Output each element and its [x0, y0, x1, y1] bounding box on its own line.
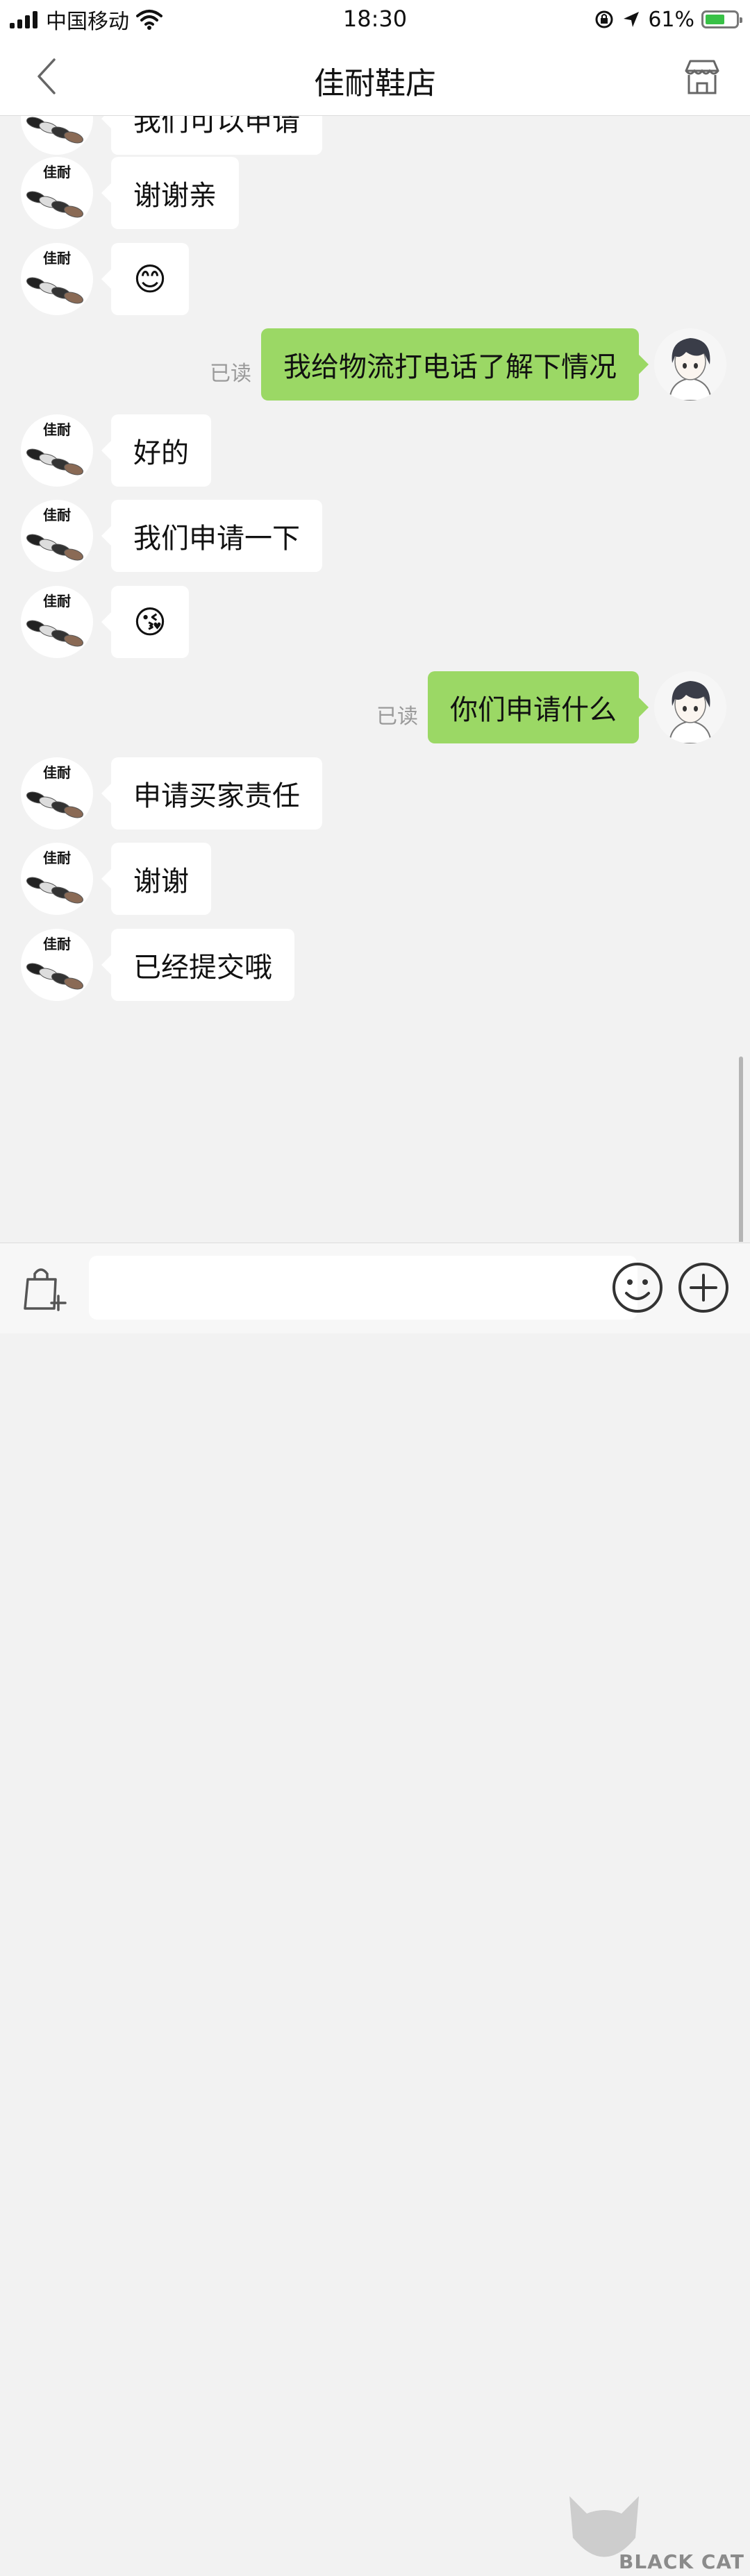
- sandals-icon: [26, 448, 83, 475]
- sandals-icon: [26, 620, 83, 647]
- sandals-icon: [26, 534, 83, 561]
- emoji-message[interactable]: 😘: [101, 586, 189, 658]
- shop-avatar[interactable]: 佳耐: [21, 243, 93, 315]
- message-text: 谢谢: [133, 866, 189, 898]
- cat-head-icon: [569, 2496, 639, 2557]
- message-text: 我给物流打电话了解下情况: [283, 351, 617, 383]
- message-row: 佳耐 😘: [0, 586, 750, 658]
- sandals-icon: [26, 117, 83, 144]
- user-avatar-portrait: [668, 681, 712, 743]
- emoji-icon: 😊: [133, 260, 167, 298]
- message-row: 佳耐 谢谢: [0, 843, 750, 915]
- outgoing-message[interactable]: 你们申请什么: [428, 671, 649, 743]
- shop-avatar[interactable]: 佳耐: [21, 116, 93, 155]
- incoming-message[interactable]: 谢谢亲: [101, 157, 239, 229]
- emoji-icon: 😘: [133, 603, 167, 641]
- message-text: 你们申请什么: [450, 694, 617, 726]
- message-row: 我给物流打电话了解下情况 已读: [0, 328, 750, 401]
- message-row: 佳耐 申请买家责任: [0, 757, 750, 830]
- message-row: 佳耐 我们申请一下: [0, 500, 750, 572]
- message-text: 已经提交哦: [133, 952, 272, 984]
- location-arrow-icon: [624, 12, 640, 27]
- incoming-message[interactable]: 谢谢: [101, 843, 211, 915]
- message-text: 我们可以申请: [133, 116, 300, 137]
- message-row: 佳耐 好的: [0, 414, 750, 487]
- message-row: 佳耐 已经提交哦: [0, 929, 750, 1001]
- incoming-message[interactable]: 已经提交哦: [101, 929, 294, 1001]
- shop-avatar[interactable]: 佳耐: [21, 500, 93, 572]
- incoming-message[interactable]: 申请买家责任: [101, 757, 322, 830]
- battery-icon: [701, 10, 742, 28]
- message-text: 谢谢亲: [133, 180, 217, 212]
- watermark: BLACK CAT: [562, 2489, 750, 2576]
- shop-avatar[interactable]: 佳耐: [21, 757, 93, 830]
- incoming-message[interactable]: 我们申请一下: [101, 500, 322, 572]
- message-row: 佳耐 谢谢亲: [0, 157, 750, 229]
- message-text: 申请买家责任: [133, 780, 300, 812]
- message-text: 我们申请一下: [133, 523, 300, 555]
- page-title: 佳耐鞋店: [314, 66, 436, 101]
- chat-header: 佳耐鞋店: [0, 39, 750, 116]
- incoming-message[interactable]: 好的: [101, 414, 211, 487]
- message-text: 好的: [133, 437, 189, 469]
- shopping-bag-add-icon[interactable]: [21, 1264, 69, 1313]
- read-receipt: 已读: [376, 705, 418, 729]
- plus-circle-icon[interactable]: [677, 1261, 730, 1314]
- shop-avatar[interactable]: 佳耐: [21, 586, 93, 658]
- incoming-message[interactable]: 我们可以申请: [101, 116, 322, 155]
- message-row: 你们申请什么 已读: [0, 671, 750, 743]
- message-input[interactable]: [89, 1256, 638, 1320]
- shop-avatar[interactable]: 佳耐: [21, 843, 93, 915]
- user-avatar[interactable]: [654, 328, 726, 401]
- status-right: 61%: [594, 7, 742, 32]
- sandals-icon: [26, 791, 83, 818]
- rotation-lock-icon: [595, 10, 613, 28]
- storefront-icon[interactable]: [682, 57, 722, 97]
- shop-avatar[interactable]: 佳耐: [21, 157, 93, 229]
- emoji-message[interactable]: 😊: [101, 243, 189, 315]
- scrollbar[interactable]: [739, 1057, 743, 1242]
- user-avatar-portrait: [668, 338, 712, 401]
- message-row: 佳耐 我们可以申请: [0, 116, 750, 155]
- status-bar: 中国移动 18:30 61%: [0, 0, 750, 39]
- user-avatar[interactable]: [654, 671, 726, 743]
- sandals-icon: [26, 877, 83, 904]
- sandals-icon: [26, 191, 83, 218]
- sandals-icon: [26, 277, 83, 304]
- read-receipt: 已读: [210, 362, 251, 386]
- shop-avatar[interactable]: 佳耐: [21, 414, 93, 487]
- message-row: 佳耐 😊: [0, 243, 750, 315]
- input-bar: BLACK CAT: [0, 1243, 750, 2573]
- smiley-icon[interactable]: [611, 1261, 664, 1314]
- sandals-icon: [26, 963, 83, 990]
- outgoing-message[interactable]: 我给物流打电话了解下情况: [261, 328, 649, 401]
- watermark-text: BLACK CAT: [619, 2550, 744, 2573]
- battery-percent: 61%: [648, 7, 694, 32]
- chat-area[interactable]: 佳耐我们可以申请佳耐谢谢亲佳耐😊我给物流打电话了解下情况已读佳耐好的佳耐我们申请…: [0, 116, 750, 1242]
- shop-avatar[interactable]: 佳耐: [21, 929, 93, 1001]
